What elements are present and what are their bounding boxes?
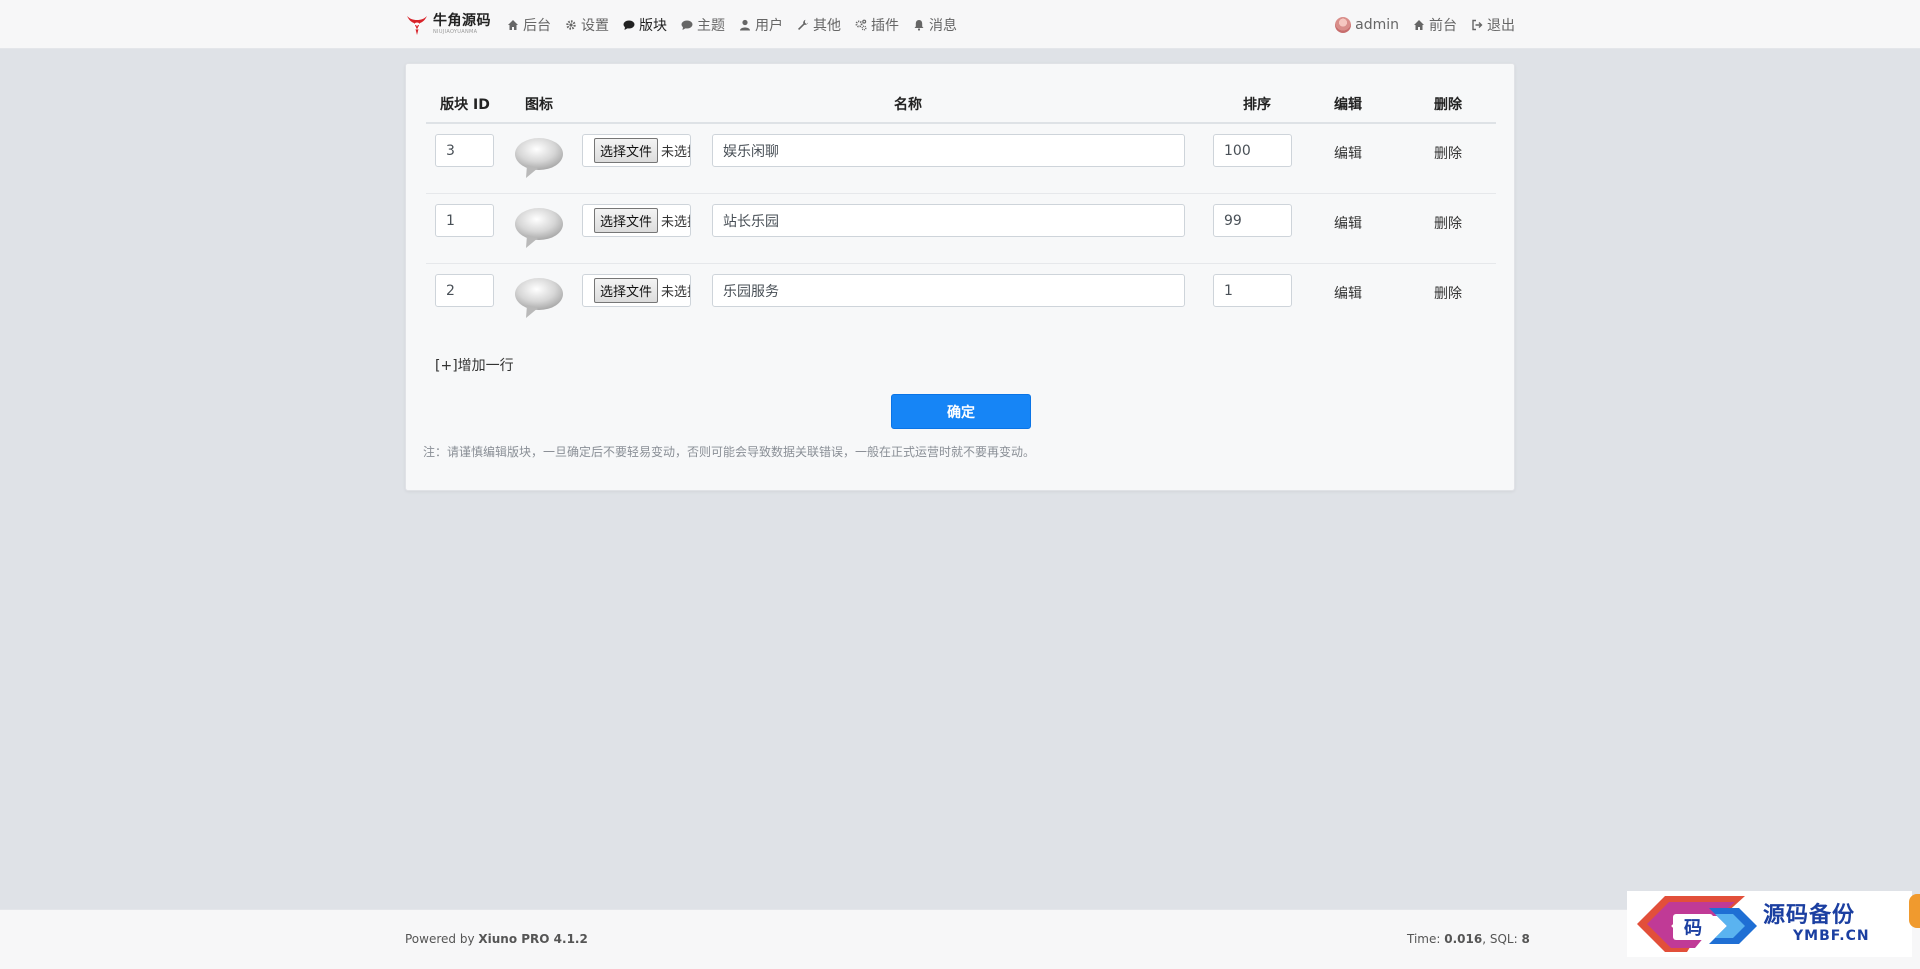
forum-speech-bubble-icon: [515, 208, 563, 248]
comment-icon: [681, 20, 693, 30]
delete-link[interactable]: 删除: [1418, 213, 1478, 233]
icon-file-input[interactable]: 选择文件 未选择任何文件: [582, 274, 691, 307]
table-header: 版块 ID 图标 名称 排序 编辑 删除: [426, 84, 1496, 124]
powered-name[interactable]: Xiuno PRO 4.1.2: [478, 932, 587, 946]
forum-speech-bubble-icon: [515, 138, 563, 178]
nav-right: admin 前台 退出: [1321, 15, 1515, 35]
edit-link[interactable]: 编辑: [1318, 213, 1378, 233]
home-icon: [508, 19, 518, 30]
forum-name-input[interactable]: 娱乐闲聊: [712, 134, 1185, 167]
forum-name-input[interactable]: 乐园服务: [712, 274, 1185, 307]
nav-item-label: 设置: [581, 17, 609, 34]
watermark-chevron-icon: 码: [1637, 896, 1757, 952]
choose-file-button[interactable]: 选择文件: [594, 138, 659, 163]
gears-icon: [855, 19, 867, 30]
edit-link[interactable]: 编辑: [1318, 283, 1378, 303]
comment-icon: [623, 20, 635, 30]
icon-file-input[interactable]: 选择文件 未选择任何文件: [582, 134, 691, 167]
forum-name-input[interactable]: 站长乐园: [712, 204, 1185, 237]
file-status: 未选择任何文件: [661, 215, 690, 230]
nav-left: 牛角源码 NIUJIAOYUANMA 后台 设置 版块 主题 用户 其他 插件 …: [405, 13, 971, 37]
sign-out-icon: [1472, 19, 1483, 30]
nav-item-label: 后台: [523, 17, 551, 34]
watermark-glyph: 码: [1684, 918, 1702, 939]
navbar-inner: 牛角源码 NIUJIAOYUANMA 后台 设置 版块 主题 用户 其他 插件 …: [405, 0, 1515, 49]
page-stats: Time: 0.016, SQL: 8: [1407, 932, 1530, 946]
top-navbar: 牛角源码 NIUJIAOYUANMA 后台 设置 版块 主题 用户 其他 插件 …: [0, 0, 1920, 49]
logout-label: 退出: [1487, 17, 1515, 34]
nav-item-other[interactable]: 其他: [797, 15, 841, 35]
nav-item-label: 版块: [639, 17, 667, 34]
time-value: 0.016: [1444, 932, 1483, 946]
table-row: 1 选择文件 未选择任何文件 站长乐园 99 编辑: [426, 194, 1496, 264]
submit-button[interactable]: 确定: [891, 394, 1031, 429]
brand-logo[interactable]: 牛角源码 NIUJIAOYUANMA: [405, 13, 491, 37]
nav-item-users[interactable]: 用户: [739, 15, 783, 35]
powered-by: Powered by Xiuno PRO 4.1.2: [405, 932, 588, 946]
icon-file-input[interactable]: 选择文件 未选择任何文件: [582, 204, 691, 237]
nav-item-label: 其他: [813, 17, 841, 34]
forum-rank-input[interactable]: 99: [1213, 204, 1292, 237]
header-edit: 编辑: [1334, 97, 1362, 113]
wrench-icon: [798, 19, 809, 30]
edit-warning-note: 注：请谨慎编辑版块，一旦确定后不要轻易变动，否则可能会导致数据关联错误，一般在正…: [423, 445, 1036, 459]
forum-edit-card: 版块 ID 图标 名称 排序 编辑 删除 3 选择文件 未选择: [405, 63, 1515, 491]
add-row-link[interactable]: [+]增加一行: [435, 355, 514, 375]
sql-label: , SQL:: [1482, 932, 1522, 946]
header-icon: 图标: [525, 97, 553, 113]
user-menu[interactable]: admin: [1335, 16, 1399, 33]
nav-item-plugins[interactable]: 插件: [855, 15, 899, 35]
forum-table: 版块 ID 图标 名称 排序 编辑 删除 3 选择文件 未选择: [426, 84, 1496, 334]
nav-item-label: 消息: [929, 17, 957, 34]
forum-rank-input[interactable]: 1: [1213, 274, 1292, 307]
nav-item-label: 用户: [755, 17, 783, 34]
home-icon: [1414, 19, 1424, 30]
gear-icon: [566, 19, 576, 30]
forum-id-input[interactable]: 2: [435, 274, 494, 307]
delete-link[interactable]: 删除: [1418, 143, 1478, 163]
powered-prefix: Powered by: [405, 932, 479, 946]
choose-file-button[interactable]: 选择文件: [594, 208, 659, 233]
ox-horn-logo-icon: [407, 15, 427, 35]
frontend-label: 前台: [1429, 17, 1457, 34]
nav-item-settings[interactable]: 设置: [565, 15, 609, 35]
file-status: 未选择任何文件: [661, 145, 690, 160]
forum-rank-input[interactable]: 100: [1213, 134, 1292, 167]
file-status: 未选择任何文件: [661, 285, 690, 300]
bell-icon: [914, 19, 924, 31]
nav-item-forums[interactable]: 版块: [623, 15, 667, 35]
side-float-tab[interactable]: [1909, 894, 1920, 928]
watermark-en-text: YMBF.CN: [1793, 928, 1870, 944]
logout-link[interactable]: 退出: [1471, 15, 1515, 35]
frontend-link[interactable]: 前台: [1413, 15, 1457, 35]
delete-link[interactable]: 删除: [1418, 283, 1478, 303]
nav-item-dashboard[interactable]: 后台: [507, 15, 551, 35]
watermark-cn-text: 源码备份: [1763, 902, 1856, 928]
brand-subtitle: NIUJIAOYUANMA: [433, 29, 478, 35]
brand-name: 牛角源码: [433, 13, 491, 29]
forum-id-input[interactable]: 3: [435, 134, 494, 167]
user-icon: [740, 19, 750, 30]
avatar: [1335, 16, 1352, 33]
forum-speech-bubble-icon: [515, 278, 563, 318]
header-rank: 排序: [1243, 97, 1271, 113]
nav-item-threads[interactable]: 主题: [681, 15, 725, 35]
username: admin: [1355, 16, 1399, 33]
nav-item-label: 插件: [871, 17, 899, 34]
nav-item-messages[interactable]: 消息: [913, 15, 957, 35]
edit-link[interactable]: 编辑: [1318, 143, 1378, 163]
brand-text: 牛角源码 NIUJIAOYUANMA: [433, 14, 491, 35]
sql-value: 8: [1521, 932, 1530, 946]
header-forum-id: 版块 ID: [440, 97, 490, 113]
nav-item-label: 主题: [697, 17, 725, 34]
time-label: Time:: [1407, 932, 1445, 946]
table-row: 3 选择文件 未选择任何文件 娱乐闲聊 100 编辑: [426, 124, 1496, 194]
watermark-logo: 码 源码备份 YMBF.CN: [1627, 891, 1912, 957]
table-row: 2 选择文件 未选择任何文件 乐园服务 1 编辑: [426, 264, 1496, 334]
choose-file-button[interactable]: 选择文件: [594, 278, 659, 303]
header-delete: 删除: [1434, 97, 1462, 113]
forum-id-input[interactable]: 1: [435, 204, 494, 237]
header-name: 名称: [894, 97, 922, 113]
